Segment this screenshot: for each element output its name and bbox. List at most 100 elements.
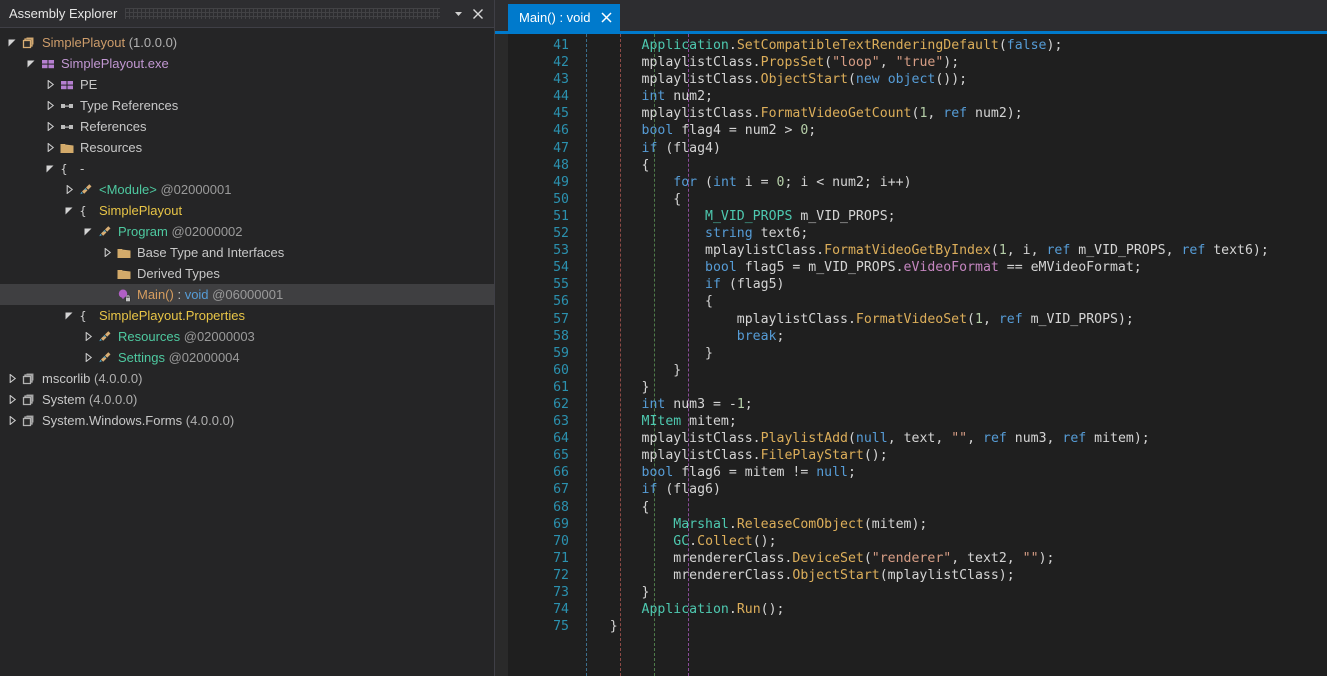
drag-handle-dots[interactable] — [125, 8, 440, 19]
code-text[interactable]: Application.SetCompatibleTextRenderingDe… — [578, 37, 1063, 54]
code-text[interactable]: { — [578, 157, 650, 174]
tree-item-label: Main() : void @06000001 — [137, 287, 284, 302]
tree-item[interactable]: SimplePlayout (1.0.0.0) — [0, 32, 494, 53]
tree-item[interactable]: SimplePlayout.exe — [0, 53, 494, 74]
code-text[interactable]: Marshal.ReleaseComObject(mitem); — [578, 516, 927, 533]
chevron-collapsed-icon[interactable] — [81, 326, 96, 347]
tree-item[interactable]: Type References — [0, 95, 494, 116]
code-text[interactable]: mplaylistClass.PlaylistAdd(null, text, "… — [578, 430, 1150, 447]
code-text[interactable]: } — [578, 584, 650, 601]
chevron-collapsed-icon[interactable] — [43, 137, 58, 158]
tree-item[interactable]: <Module> @02000001 — [0, 179, 494, 200]
code-text[interactable]: MItem mitem; — [578, 413, 737, 430]
chevron-collapsed-icon[interactable] — [43, 95, 58, 116]
tree-item-label: Settings @02000004 — [118, 350, 240, 365]
method-private-icon — [115, 287, 133, 303]
close-icon[interactable] — [600, 11, 614, 25]
chevron-expanded-icon[interactable] — [24, 53, 39, 74]
code-text[interactable]: if (flag6) — [578, 481, 721, 498]
code-text[interactable]: int num3 = -1; — [578, 396, 753, 413]
code-line: 63 MItem mitem; — [495, 413, 1327, 430]
tree-item[interactable]: mscorlib (4.0.0.0) — [0, 368, 494, 389]
code-line: 45 mplaylistClass.FormatVideoGetCount(1,… — [495, 105, 1327, 122]
chevron-collapsed-icon[interactable] — [43, 74, 58, 95]
tree-item[interactable]: References — [0, 116, 494, 137]
tree-item-label: Resources @02000003 — [118, 329, 255, 344]
code-text[interactable]: { — [578, 293, 713, 310]
close-icon[interactable] — [468, 4, 488, 24]
code-text[interactable]: } — [578, 345, 713, 362]
code-editor-panel: Main() : void 41 Application.SetCompatib… — [495, 0, 1327, 676]
tree-item-label: Program @02000002 — [118, 224, 243, 239]
code-line: 69 Marshal.ReleaseComObject(mitem); — [495, 516, 1327, 533]
code-view[interactable]: 41 Application.SetCompatibleTextRenderin… — [495, 34, 1327, 676]
code-text[interactable]: mrendererClass.DeviceSet("renderer", tex… — [578, 550, 1054, 567]
tab-main-void[interactable]: Main() : void — [508, 4, 620, 31]
line-number: 75 — [553, 619, 569, 635]
code-text[interactable]: mplaylistClass.FormatVideoGetByIndex(1, … — [578, 242, 1269, 259]
code-text[interactable]: mrendererClass.ObjectStart(mplaylistClas… — [578, 567, 1014, 584]
line-number: 68 — [553, 499, 569, 515]
tree-item[interactable]: Derived Types — [0, 263, 494, 284]
code-text[interactable]: for (int i = 0; i < num2; i++) — [578, 174, 911, 191]
assembly-tree[interactable]: SimplePlayout (1.0.0.0) SimplePlayout.exe… — [0, 28, 494, 676]
chevron-collapsed-icon[interactable] — [5, 410, 20, 431]
chevron-collapsed-icon[interactable] — [5, 368, 20, 389]
chevron-expanded-icon[interactable] — [5, 32, 20, 53]
code-text[interactable]: } — [578, 362, 681, 379]
code-text[interactable]: bool flag6 = mitem != null; — [578, 464, 856, 481]
tree-item-label: <Module> @02000001 — [99, 182, 232, 197]
code-text[interactable]: if (flag4) — [578, 140, 721, 157]
chevron-expanded-icon[interactable] — [43, 158, 58, 179]
tree-item[interactable]: Base Type and Interfaces — [0, 242, 494, 263]
chevron-down-icon[interactable] — [448, 4, 468, 24]
tree-item[interactable]: PE — [0, 74, 494, 95]
code-line: 46 bool flag4 = num2 > 0; — [495, 122, 1327, 139]
line-number: 45 — [553, 106, 569, 122]
chevron-expanded-icon[interactable] — [81, 221, 96, 242]
code-line: 67 if (flag6) — [495, 481, 1327, 498]
chevron-collapsed-icon[interactable] — [62, 179, 77, 200]
code-text[interactable]: bool flag4 = num2 > 0; — [578, 122, 817, 139]
tree-item[interactable]: System.Windows.Forms (4.0.0.0) — [0, 410, 494, 431]
chevron-collapsed-icon[interactable] — [43, 116, 58, 137]
tree-item[interactable]: Program @02000002 — [0, 221, 494, 242]
chevron-collapsed-icon[interactable] — [81, 347, 96, 368]
tree-item[interactable]: Resources @02000003 — [0, 326, 494, 347]
code-text[interactable]: bool flag5 = m_VID_PROPS.eVideoFormat ==… — [578, 259, 1142, 276]
code-text[interactable]: mplaylistClass.FormatVideoGetCount(1, re… — [578, 105, 1023, 122]
tree-item[interactable]: { }- — [0, 158, 494, 179]
line-number: 41 — [553, 38, 569, 53]
chevron-expanded-icon[interactable] — [62, 305, 77, 326]
tree-item[interactable]: Settings @02000004 — [0, 347, 494, 368]
code-text[interactable]: mplaylistClass.PropsSet("loop", "true"); — [578, 54, 960, 71]
tree-item[interactable]: Resources — [0, 137, 494, 158]
code-line: 51 M_VID_PROPS m_VID_PROPS; — [495, 208, 1327, 225]
tree-item[interactable]: Main() : void @06000001 — [0, 284, 494, 305]
tree-item-label: SimplePlayout.Properties — [99, 308, 245, 323]
code-text[interactable]: int num2; — [578, 88, 713, 105]
tree-item-label: System.Windows.Forms (4.0.0.0) — [42, 413, 235, 428]
code-text[interactable]: GC.Collect(); — [578, 533, 776, 550]
code-text[interactable]: mplaylistClass.FormatVideoSet(1, ref m_V… — [578, 311, 1134, 328]
code-text[interactable]: } — [578, 618, 618, 635]
code-text[interactable]: M_VID_PROPS m_VID_PROPS; — [578, 208, 896, 225]
folder-icon — [115, 266, 133, 282]
code-text[interactable]: } — [578, 379, 650, 396]
code-line: 64 mplaylistClass.PlaylistAdd(null, text… — [495, 430, 1327, 447]
code-text[interactable]: break; — [578, 328, 785, 345]
code-text[interactable]: { — [578, 191, 681, 208]
code-text[interactable]: if (flag5) — [578, 276, 784, 293]
tree-item[interactable]: { } SimplePlayout.Properties — [0, 305, 494, 326]
tree-item[interactable]: System (4.0.0.0) — [0, 389, 494, 410]
chevron-expanded-icon[interactable] — [62, 200, 77, 221]
tree-item[interactable]: { } SimplePlayout — [0, 200, 494, 221]
code-text[interactable]: string text6; — [578, 225, 808, 242]
code-line: 48 { — [495, 157, 1327, 174]
code-text[interactable]: Application.Run(); — [578, 601, 785, 618]
code-text[interactable]: mplaylistClass.FilePlayStart(); — [578, 447, 888, 464]
chevron-collapsed-icon[interactable] — [100, 242, 115, 263]
code-text[interactable]: { — [578, 499, 650, 516]
code-text[interactable]: mplaylistClass.ObjectStart(new object())… — [578, 71, 968, 88]
chevron-collapsed-icon[interactable] — [5, 389, 20, 410]
